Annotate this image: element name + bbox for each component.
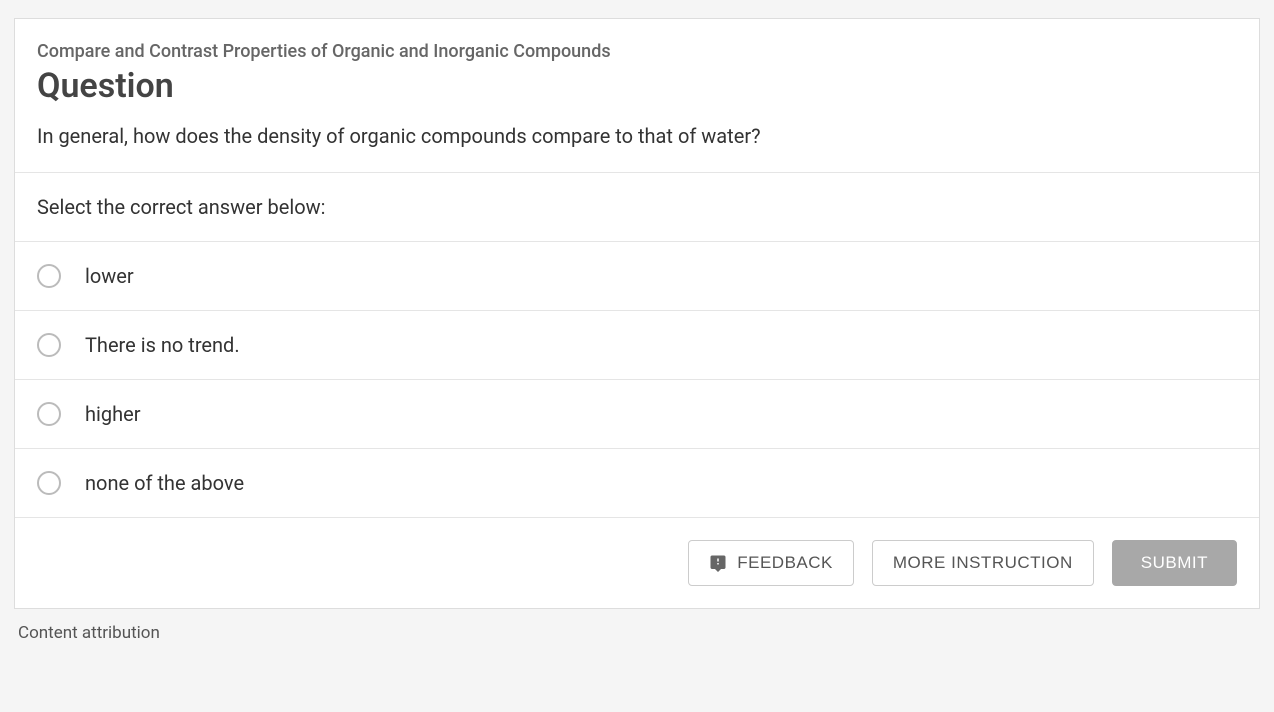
instruction-row: Select the correct answer below:: [15, 172, 1259, 241]
content-attribution[interactable]: Content attribution: [14, 609, 1260, 643]
question-header: Compare and Contrast Properties of Organ…: [15, 19, 1259, 172]
instruction-text: Select the correct answer below:: [37, 195, 1237, 219]
more-instruction-button[interactable]: MORE INSTRUCTION: [872, 540, 1094, 586]
answer-option-1[interactable]: There is no trend.: [15, 310, 1259, 379]
submit-label: SUBMIT: [1141, 553, 1208, 573]
question-title: Question: [37, 66, 1237, 106]
feedback-button[interactable]: FEEDBACK: [688, 540, 854, 586]
submit-button[interactable]: SUBMIT: [1112, 540, 1237, 586]
radio-icon: [37, 264, 61, 288]
answer-option-2[interactable]: higher: [15, 379, 1259, 448]
question-card: Compare and Contrast Properties of Organ…: [14, 18, 1260, 609]
feedback-label: FEEDBACK: [737, 553, 833, 573]
option-label: lower: [85, 264, 134, 288]
radio-icon: [37, 402, 61, 426]
answer-option-0[interactable]: lower: [15, 241, 1259, 310]
footer-actions: FEEDBACK MORE INSTRUCTION SUBMIT: [15, 517, 1259, 608]
option-label: There is no trend.: [85, 333, 240, 357]
feedback-icon: [709, 554, 727, 572]
question-text: In general, how does the density of orga…: [37, 124, 1237, 148]
topic-label: Compare and Contrast Properties of Organ…: [37, 41, 1237, 62]
radio-icon: [37, 471, 61, 495]
more-instruction-label: MORE INSTRUCTION: [893, 553, 1073, 573]
answer-option-3[interactable]: none of the above: [15, 448, 1259, 517]
option-label: none of the above: [85, 471, 244, 495]
radio-icon: [37, 333, 61, 357]
option-label: higher: [85, 402, 141, 426]
